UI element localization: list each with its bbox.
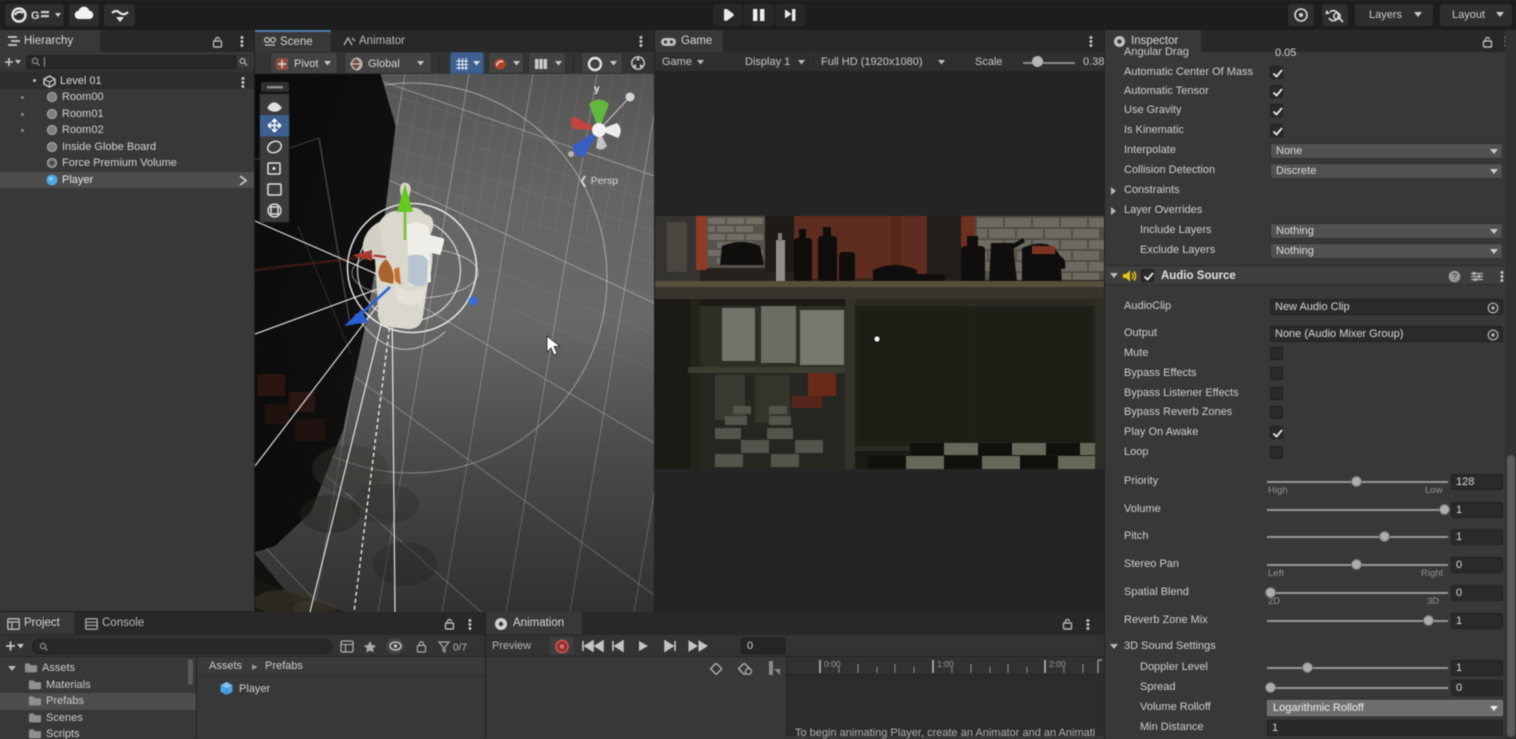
svg-text:G: G	[31, 10, 40, 22]
svg-text:2:00: 2:00	[1049, 659, 1066, 669]
svg-text:0:00: 0:00	[824, 659, 841, 669]
svg-text:?: ?	[1452, 272, 1457, 282]
svg-text:❮ Persp: ❮ Persp	[579, 175, 618, 187]
svg-text:y: y	[594, 84, 600, 95]
svg-text:0/7: 0/7	[453, 643, 467, 654]
svg-text:1:00: 1:00	[937, 659, 954, 669]
